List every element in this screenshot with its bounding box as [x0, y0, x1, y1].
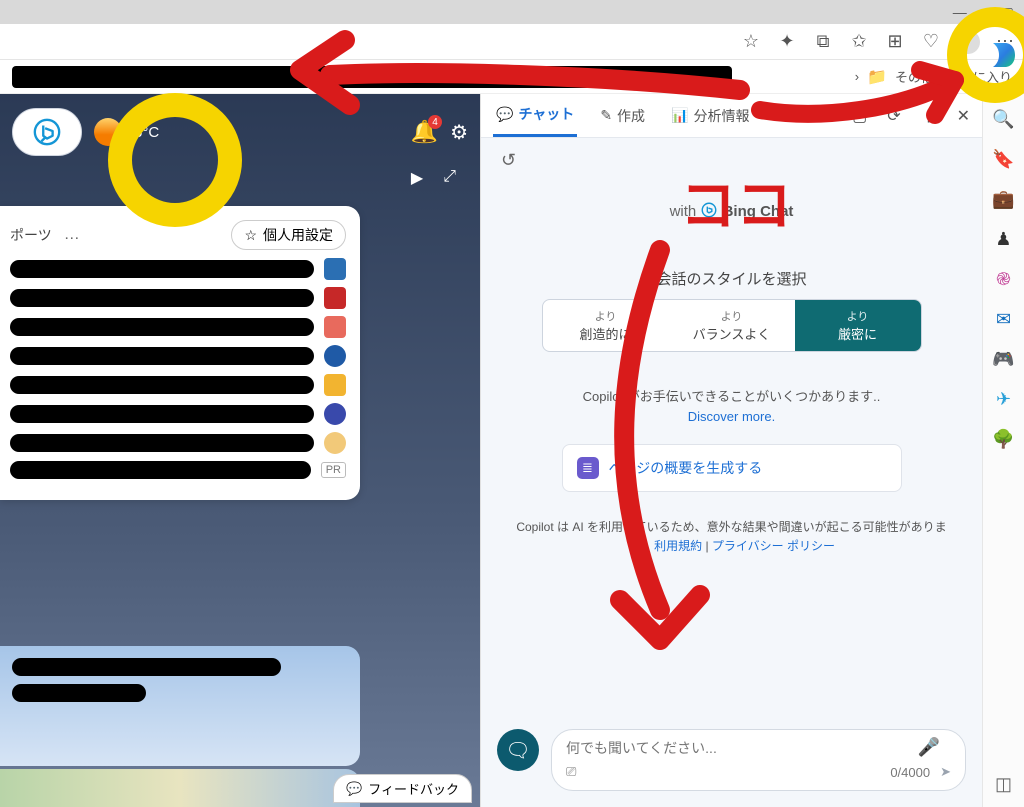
profile-avatar[interactable]	[956, 30, 980, 54]
refresh-icon[interactable]: ⟳	[887, 106, 900, 126]
send-icon[interactable]: ➤	[940, 764, 951, 780]
extension-icon[interactable]: ✦	[776, 31, 798, 53]
send-icon-sidebar[interactable]: ✈	[993, 388, 1015, 410]
maximize-button[interactable]: ▢	[1001, 4, 1014, 21]
minimize-button[interactable]: —	[953, 4, 967, 20]
outlook-icon[interactable]: ✉	[993, 308, 1015, 330]
chat-input-area: 🗨 🎤 ⎚ 0/4000 ➤	[481, 717, 982, 807]
list-item[interactable]	[10, 432, 346, 454]
folder-icon: 📁	[867, 67, 887, 87]
play-icon[interactable]: ▶	[411, 168, 423, 188]
list-item[interactable]: PR	[10, 461, 346, 479]
health-icon[interactable]: ♡	[920, 31, 942, 53]
favorites-hub-icon[interactable]: ✩	[848, 31, 870, 53]
edge-sidebar: 🔍 🔖 💼 ♟ ֎ ✉ 🎮 ✈ 🌳 ◫	[982, 94, 1024, 807]
generate-summary-button[interactable]: ≣ ページの概要を生成する	[562, 444, 902, 492]
chat-tab-bar: 💬 チャット ✎ 作成 📊 分析情報 ▢ ⟳ ⋮ ✕	[481, 94, 982, 138]
image-input-icon[interactable]: ⎚	[566, 764, 576, 780]
browser-toolbar: ✦ ⧉ ✩ ⊞ ♡ ⋯	[0, 24, 1024, 60]
tree-icon[interactable]: 🌳	[993, 428, 1015, 450]
pr-badge: PR	[321, 462, 346, 478]
m365-icon[interactable]: ֎	[993, 268, 1015, 290]
settings-gear-icon[interactable]: ⚙	[450, 120, 468, 145]
style-selector: より 創造的に より バランスよく より 厳密に	[542, 299, 922, 352]
tab-chat[interactable]: 💬 チャット	[493, 94, 577, 137]
tools-icon[interactable]: 💼	[993, 188, 1015, 210]
category-label[interactable]: ポーツ	[10, 225, 52, 245]
compose-icon: ✎	[600, 107, 612, 124]
more-icon[interactable]: …	[64, 226, 80, 244]
close-panel-icon[interactable]: ✕	[957, 106, 970, 126]
history-icon[interactable]: ↺	[501, 150, 516, 171]
disclaimer-text: Copilot は AI を利用しているため、意外な結果や間違いが起こる可能性が…	[515, 518, 948, 556]
favorite-star-icon[interactable]	[740, 31, 762, 53]
news-card: ポーツ … ☆ 個人用設定 PR	[0, 206, 360, 500]
chat-icon: 💬	[496, 106, 513, 123]
feedback-button[interactable]: 💬 フィードバック	[333, 774, 472, 803]
copilot-sidebar-button[interactable]	[980, 32, 1024, 78]
search-icon[interactable]: 🔍	[993, 108, 1015, 130]
open-in-new-icon[interactable]: ▢	[852, 106, 867, 126]
personalize-button[interactable]: ☆ 個人用設定	[231, 220, 346, 250]
temperature-label: 5°C	[134, 124, 159, 141]
msn-new-tab-pane: 5°C 🔔 4 ⚙ ▶ ⤢ ポーツ … ☆ 個人用設定	[0, 94, 480, 807]
chat-input[interactable]	[566, 740, 951, 756]
bookmarks-bar: › 📁 その他のお気に入り	[0, 60, 1024, 94]
controller-icon[interactable]: 🎮	[993, 348, 1015, 370]
style-balanced-button[interactable]: より バランスよく	[669, 300, 795, 351]
style-heading: 会話のスタイルを選択	[497, 268, 966, 289]
tab-insights[interactable]: 📊 分析情報	[668, 106, 752, 126]
window-titlebar: — ▢	[0, 0, 1024, 24]
games-icon[interactable]: ♟	[993, 228, 1015, 250]
expand-icon[interactable]: ⤢	[443, 168, 456, 188]
split-screen-icon[interactable]: ◫	[993, 773, 1015, 795]
weather-card[interactable]	[0, 646, 360, 766]
terms-link[interactable]: 利用規約	[654, 539, 702, 553]
new-topic-button[interactable]: 🗨	[497, 729, 539, 771]
collections-icon[interactable]: ⧉	[812, 31, 834, 53]
privacy-link[interactable]: プライバシー ポリシー	[712, 539, 835, 553]
list-item[interactable]	[10, 374, 346, 396]
help-text: Copilot がお手伝いできることがいくつかあります..	[517, 386, 946, 405]
more-menu-icon[interactable]: ⋮	[921, 106, 937, 126]
chat-input-box[interactable]: ⎚ 0/4000 ➤	[551, 729, 966, 791]
branding-line: with Bing Chat	[497, 201, 966, 220]
extensions-icon[interactable]: ⊞	[884, 31, 906, 53]
shopping-icon[interactable]: 🔖	[993, 148, 1015, 170]
notifications-bell-icon[interactable]: 🔔 4	[411, 119, 438, 145]
list-item[interactable]	[10, 345, 346, 367]
list-item[interactable]	[10, 316, 346, 338]
insights-icon: 📊	[671, 107, 688, 124]
tab-compose[interactable]: ✎ 作成	[597, 106, 648, 126]
list-item[interactable]	[10, 403, 346, 425]
summary-icon: ≣	[577, 457, 599, 479]
copilot-chat-panel: 💬 チャット ✎ 作成 📊 分析情報 ▢ ⟳ ⋮ ✕ ↺ with Bing C…	[480, 94, 982, 807]
redacted-bookmark-area	[12, 66, 732, 88]
char-counter: 0/4000	[890, 765, 930, 780]
map-card[interactable]	[0, 769, 360, 807]
bookmarks-chevron-icon[interactable]: ›	[855, 69, 859, 84]
weather-icon[interactable]	[94, 118, 122, 146]
feedback-icon: 💬	[346, 781, 362, 797]
star-icon: ☆	[244, 227, 257, 244]
new-topic-icon: 🗨	[505, 738, 530, 763]
notification-badge: 4	[428, 115, 442, 129]
style-precise-button[interactable]: より 厳密に	[795, 300, 921, 351]
list-item[interactable]	[10, 287, 346, 309]
bing-chat-launcher[interactable]	[12, 108, 82, 156]
microphone-icon[interactable]: 🎤	[918, 737, 940, 758]
list-item[interactable]	[10, 258, 346, 280]
style-creative-button[interactable]: より 創造的に	[543, 300, 669, 351]
discover-link[interactable]: Discover more.	[497, 409, 966, 424]
